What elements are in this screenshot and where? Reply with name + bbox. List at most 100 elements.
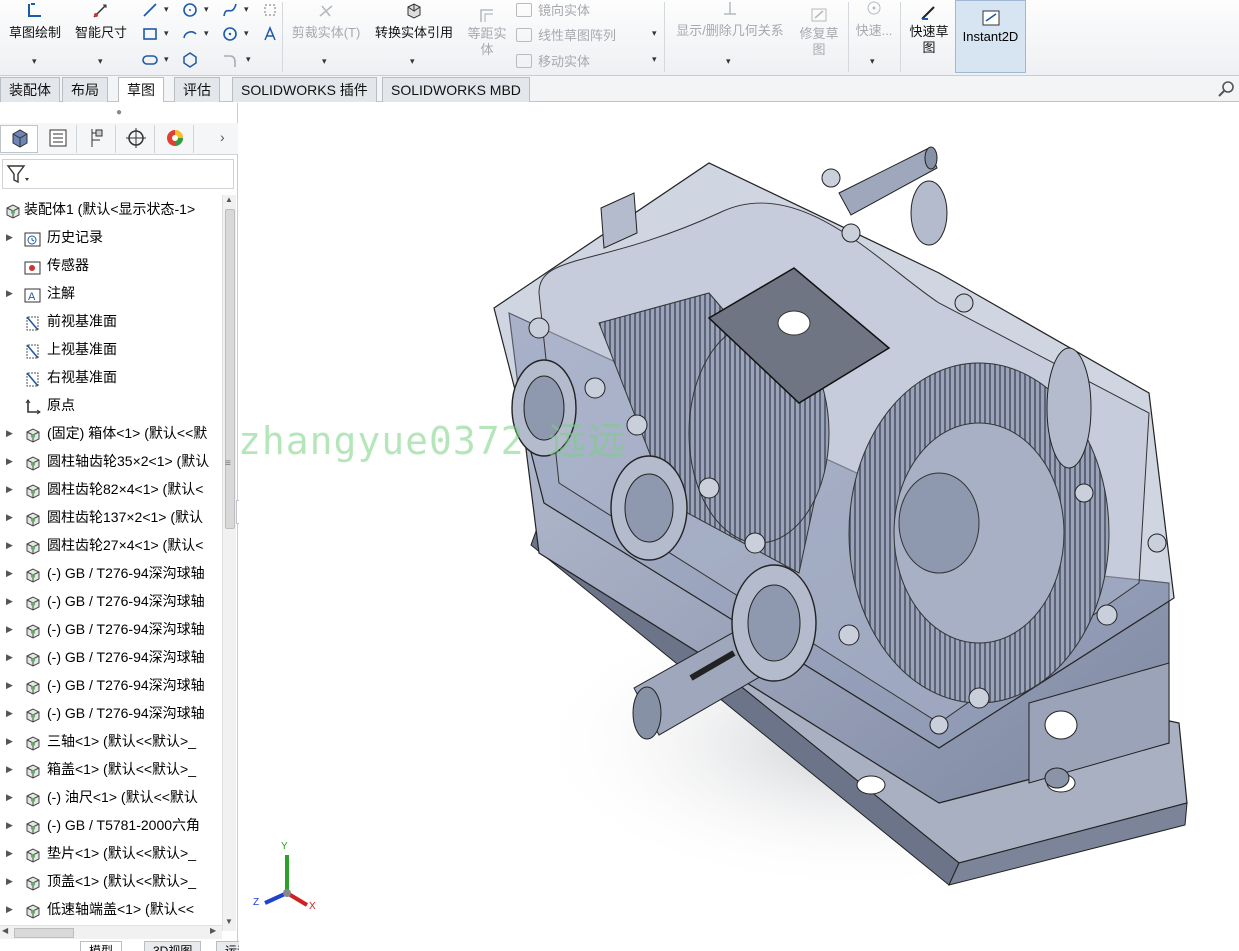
scroll-thumb[interactable]: [225, 209, 235, 529]
tree-root-assembly[interactable]: 装配体1 (默认<显示状态-1>: [0, 195, 222, 223]
scroll-up-icon[interactable]: ▲: [225, 195, 233, 204]
expand-arrow-icon[interactable]: ▶: [6, 419, 16, 447]
expand-arrow-icon[interactable]: ▶: [6, 559, 16, 587]
linear-sketch-pattern-button[interactable]: 线性草图阵列: [516, 25, 616, 44]
expand-arrow-icon[interactable]: ▶: [6, 531, 16, 559]
linear-pattern-dropdown-arrow[interactable]: ▾: [652, 28, 657, 39]
tree-item[interactable]: 右视基准面: [0, 363, 222, 391]
point-icon[interactable]: [262, 2, 278, 18]
expand-arrow-icon[interactable]: ▶: [6, 755, 16, 783]
tree-item[interactable]: ▶ 低速轴端盖<1> (默认<<: [0, 895, 222, 923]
move-entities-button[interactable]: 移动实体: [516, 51, 590, 70]
expand-arrow-icon[interactable]: ▶: [6, 475, 16, 503]
expand-arrow-icon[interactable]: ▶: [6, 615, 16, 643]
scroll-down-icon[interactable]: ▼: [225, 917, 233, 926]
instant2d-button[interactable]: Instant2D: [955, 0, 1026, 73]
smart-dimension-button[interactable]: 智能尺寸: [70, 2, 132, 41]
ellipse-dropdown-arrow[interactable]: ▾: [244, 28, 249, 39]
horizontal-scroll-thumb[interactable]: [14, 928, 74, 938]
repair-sketch-button[interactable]: 修复草图: [794, 6, 844, 58]
tree-item[interactable]: ▶ 箱盖<1> (默认<<默认>_: [0, 755, 222, 783]
tab-sketch[interactable]: 草图: [118, 77, 164, 102]
fillet-dropdown-arrow[interactable]: ▾: [246, 54, 251, 65]
tree-item[interactable]: ▶ 圆柱齿轮137×2<1> (默认: [0, 503, 222, 531]
relations-dropdown-arrow[interactable]: ▾: [726, 56, 731, 67]
circle-dropdown-arrow[interactable]: ▾: [204, 4, 209, 15]
tree-item[interactable]: 上视基准面: [0, 335, 222, 363]
tab-model[interactable]: 模型: [80, 941, 123, 951]
tree-item[interactable]: ▶ 顶盖<1> (默认<<默认>_: [0, 867, 222, 895]
tree-item[interactable]: ▶ A 注解: [0, 279, 222, 307]
rapid-sketch-button[interactable]: 快速草图: [904, 4, 954, 56]
slot-dropdown-arrow[interactable]: ▾: [164, 54, 169, 65]
expand-arrow-icon[interactable]: ▶: [6, 503, 16, 531]
tab-evaluate[interactable]: 评估: [174, 77, 220, 102]
sketch-button[interactable]: 草图绘制: [4, 2, 66, 41]
panel-grip-handle[interactable]: ●: [0, 103, 238, 123]
tree-item[interactable]: ▶ 圆柱轴齿轮35×2<1> (默认: [0, 447, 222, 475]
line-icon[interactable]: [142, 2, 158, 18]
tree-item[interactable]: ▶ (-) GB / T5781-2000六角: [0, 811, 222, 839]
expand-arrow-icon[interactable]: ▶: [6, 447, 16, 475]
convert-dropdown-arrow[interactable]: ▾: [410, 56, 415, 67]
spline-icon[interactable]: [222, 2, 238, 18]
expand-arrow-icon[interactable]: ▶: [6, 643, 16, 671]
expand-arrow-icon[interactable]: ▶: [6, 895, 16, 923]
trim-dropdown-arrow[interactable]: ▾: [322, 56, 327, 67]
tab-3d-views[interactable]: 3D视图: [144, 941, 202, 951]
dimxpert-manager-tab[interactable]: [117, 125, 155, 153]
offset-entities-button[interactable]: 等距实体: [464, 6, 510, 58]
scroll-right-icon[interactable]: ▶: [210, 926, 216, 935]
tree-item[interactable]: ▶ 圆柱齿轮82×4<1> (默认<: [0, 475, 222, 503]
arc-dropdown-arrow[interactable]: ▾: [204, 28, 209, 39]
search-icon[interactable]: [1217, 80, 1235, 98]
tree-item[interactable]: ▶ (-) GB / T276-94深沟球轴: [0, 587, 222, 615]
tree-item[interactable]: 原点: [0, 391, 222, 419]
scroll-left-icon[interactable]: ◀: [2, 926, 8, 935]
tree-item[interactable]: ▶ 历史记录: [0, 223, 222, 251]
expand-arrow-icon[interactable]: ▶: [6, 699, 16, 727]
polygon-icon[interactable]: [182, 52, 198, 68]
tree-item[interactable]: 传感器: [0, 251, 222, 279]
property-manager-tab[interactable]: [39, 125, 77, 153]
tree-item[interactable]: ▶ (-) GB / T276-94深沟球轴: [0, 699, 222, 727]
move-dropdown-arrow[interactable]: ▾: [652, 54, 657, 65]
expand-arrow-icon[interactable]: ▶: [6, 671, 16, 699]
tree-horizontal-scrollbar[interactable]: ◀ ▶: [0, 925, 222, 939]
expand-arrow-icon[interactable]: ▶: [6, 279, 16, 307]
graphics-area[interactable]: Y X Z: [239, 103, 1239, 951]
tree-item[interactable]: ▶ (-) GB / T276-94深沟球轴: [0, 643, 222, 671]
display-manager-tab[interactable]: [156, 125, 194, 153]
tree-item[interactable]: ▶ 圆柱齿轮27×4<1> (默认<: [0, 531, 222, 559]
rectangle-icon[interactable]: [142, 26, 158, 42]
rectangle-dropdown-arrow[interactable]: ▾: [164, 28, 169, 39]
arc-icon[interactable]: [182, 26, 198, 42]
display-delete-relations-button[interactable]: 显示/删除几何关系: [668, 0, 792, 39]
tree-item[interactable]: 前视基准面: [0, 307, 222, 335]
mirror-entities-button[interactable]: 镜向实体: [516, 0, 590, 19]
convert-entities-button[interactable]: 转换实体引用: [368, 2, 460, 41]
tree-item[interactable]: ▶ (-) GB / T276-94深沟球轴: [0, 615, 222, 643]
smart-dimension-dropdown-arrow[interactable]: ▾: [98, 56, 103, 67]
tree-vertical-scrollbar[interactable]: ▲ ≡ ▼: [222, 195, 236, 931]
sketch-dropdown-arrow[interactable]: ▾: [32, 56, 37, 67]
line-dropdown-arrow[interactable]: ▾: [164, 4, 169, 15]
circle-icon[interactable]: [182, 2, 198, 18]
slot-icon[interactable]: [142, 52, 158, 68]
tree-item[interactable]: ▶ (-) GB / T276-94深沟球轴: [0, 559, 222, 587]
trim-entities-button[interactable]: 剪裁实体(T): [288, 2, 364, 41]
tree-item[interactable]: ▶ 三轴<1> (默认<<默认>_: [0, 727, 222, 755]
fillet-icon[interactable]: [222, 52, 238, 68]
tree-filter[interactable]: [2, 159, 234, 189]
ellipse-icon[interactable]: [222, 26, 238, 42]
tree-item[interactable]: ▶ (固定) 箱体<1> (默认<<默: [0, 419, 222, 447]
expand-arrow-icon[interactable]: ▶: [6, 727, 16, 755]
expand-arrow-icon[interactable]: ▶: [6, 783, 16, 811]
quick-snaps-dropdown-arrow[interactable]: ▾: [870, 56, 875, 67]
gearbox-model[interactable]: Y X Z: [239, 103, 1239, 951]
quick-snaps-button[interactable]: 快速...: [852, 0, 896, 39]
expand-arrow-icon[interactable]: ▶: [6, 587, 16, 615]
tree-item[interactable]: ▶ (-) 油尺<1> (默认<<默认: [0, 783, 222, 811]
expand-arrow-icon[interactable]: ▶: [6, 811, 16, 839]
tab-layout[interactable]: 布局: [62, 77, 108, 102]
